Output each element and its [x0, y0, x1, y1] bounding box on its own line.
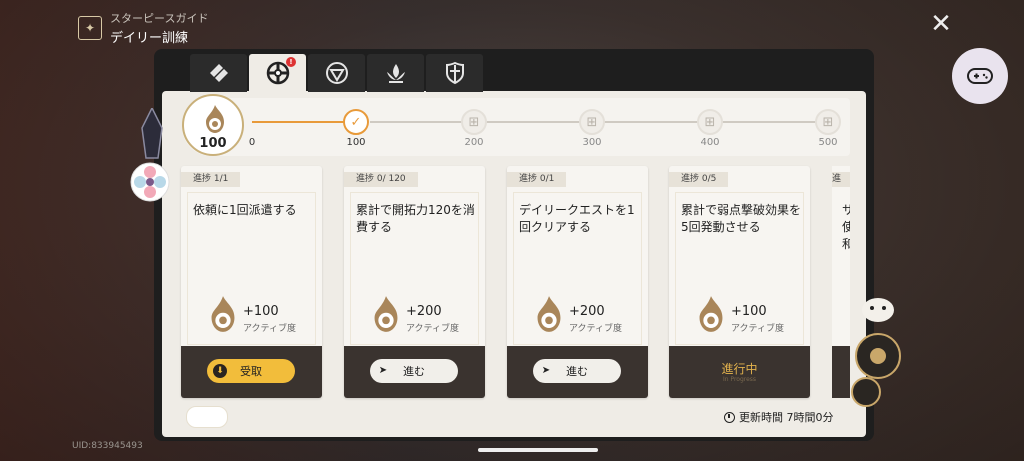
- in-progress-status: 進行中: [721, 362, 758, 376]
- milestone-300-gift-icon[interactable]: ⊞: [579, 109, 605, 135]
- go-button[interactable]: ➤ 進む: [533, 359, 621, 383]
- notification-badge: !: [286, 57, 296, 67]
- task-description: サ 使 和: [842, 203, 850, 251]
- mascot-icon: [186, 406, 228, 428]
- reward-value: +100: [731, 304, 767, 319]
- go-button[interactable]: ➤ 進む: [370, 359, 458, 383]
- task-card: 進捗 0/1 デイリークエストを1回クリアする +200 アクティブ度 ➤ 進む: [507, 166, 648, 398]
- tab-daily-training[interactable]: !: [249, 54, 306, 92]
- card-footer: ➤ 進む: [344, 346, 485, 398]
- tab-bar: !: [190, 54, 485, 92]
- tab-5[interactable]: [426, 54, 483, 92]
- guide-subtitle: スターピースガイド: [110, 12, 209, 25]
- clock-icon: [724, 411, 735, 423]
- milestone-100-check-icon[interactable]: ✓: [343, 109, 369, 135]
- reward-label: アクティブ度: [569, 324, 623, 334]
- progress-track-done: [252, 121, 344, 123]
- progress-track: [370, 121, 466, 123]
- shield-eye-icon: [325, 62, 348, 84]
- activity-progress-bar: [182, 98, 850, 156]
- task-progress: 進捗 1/1: [181, 172, 241, 187]
- close-icon[interactable]: ✕: [928, 11, 954, 38]
- task-progress: 進: [832, 172, 850, 187]
- milestone-label: 300: [582, 137, 602, 148]
- go-arrow-icon: ➤: [378, 365, 388, 376]
- progress-track: [604, 121, 698, 123]
- activity-flame-icon: [699, 296, 723, 332]
- reward-value: +200: [406, 304, 442, 319]
- card-footer: 進行中 In Progress: [669, 346, 810, 398]
- milestone-label: 0: [248, 137, 256, 148]
- refresh-text: 更新時間 7時間0分: [739, 411, 834, 424]
- claim-button[interactable]: ⬇ 受取: [207, 359, 295, 383]
- activity-flame-icon: [374, 296, 398, 332]
- card-footer: ⬇ 受取: [181, 346, 322, 398]
- reward-value: +200: [569, 304, 605, 319]
- ornament-emblem-icon: [130, 108, 170, 202]
- task-description: デイリークエストを1回クリアする: [519, 203, 635, 234]
- progress-track: [722, 121, 816, 123]
- claim-button-label: 受取: [240, 365, 262, 378]
- milestone-label: 200: [464, 137, 484, 148]
- milestone-label: 500: [818, 137, 838, 148]
- reward-label: アクティブ度: [731, 324, 785, 334]
- milestone-label: 400: [700, 137, 720, 148]
- reward-value: +100: [243, 304, 279, 319]
- progress-track: [486, 121, 580, 123]
- in-progress-subtext: In Progress: [722, 376, 757, 383]
- task-card: 進捗 0/ 120 累計で開拓力120を消費する +200 アクティブ度 ➤ 進…: [344, 166, 485, 398]
- task-card: 進捗 0/5 累計で弱点撃破効果を5回発動させる +100 アクティブ度 進行中…: [669, 166, 810, 398]
- milestone-400-gift-icon[interactable]: ⊞: [697, 109, 723, 135]
- gamepad-button[interactable]: [952, 48, 1008, 104]
- go-button-label: 進む: [566, 365, 588, 378]
- current-activity-value: 100: [199, 136, 227, 151]
- guide-book-icon: ✦: [78, 16, 102, 40]
- ornament-flower-icon: [851, 298, 901, 407]
- star-guide-header[interactable]: ✦ スターピースガイド デイリー訓練: [78, 10, 208, 46]
- reward-label: アクティブ度: [243, 324, 297, 334]
- home-indicator[interactable]: [478, 448, 598, 452]
- task-description: 累計で弱点撃破効果を5回発動させる: [681, 203, 802, 234]
- activity-flame-icon: [206, 105, 224, 133]
- task-description: 依頼に1回派遣する: [193, 203, 297, 217]
- arrow-down-icon: ⬇: [213, 364, 227, 378]
- task-description: 累計で開拓力120を消費する: [356, 203, 475, 234]
- tab-4[interactable]: [367, 54, 424, 92]
- milestone-500-gift-icon[interactable]: ⊞: [815, 109, 841, 135]
- task-progress: 進捗 0/ 120: [344, 172, 418, 187]
- uid-label: UID:833945493: [72, 441, 143, 451]
- task-card: 進捗 1/1 依頼に1回派遣する +100 アクティブ度 ⬇ 受取: [181, 166, 322, 398]
- shield-cross-icon: [445, 61, 464, 85]
- diamond-split-icon: [209, 64, 228, 82]
- reward-label: アクティブ度: [406, 324, 460, 334]
- guide-title: デイリー訓練: [110, 31, 189, 46]
- activity-flame-icon: [211, 296, 235, 332]
- tab-1[interactable]: [190, 54, 247, 92]
- go-arrow-icon: ➤: [541, 365, 551, 376]
- task-progress: 進捗 0/5: [669, 172, 729, 187]
- tab-3[interactable]: [308, 54, 365, 92]
- gamepad-icon: [967, 68, 993, 84]
- task-progress: 進捗 0/1: [507, 172, 567, 187]
- refresh-timer: 更新時間 7時間0分: [724, 409, 834, 425]
- milestone-200-gift-icon[interactable]: ⊞: [461, 109, 487, 135]
- card-footer: ➤ 進む: [507, 346, 648, 398]
- lotus-icon: [386, 64, 405, 83]
- go-button-label: 進む: [403, 365, 425, 378]
- activity-flame-icon: [537, 296, 561, 332]
- milestone-label: 100: [346, 137, 366, 148]
